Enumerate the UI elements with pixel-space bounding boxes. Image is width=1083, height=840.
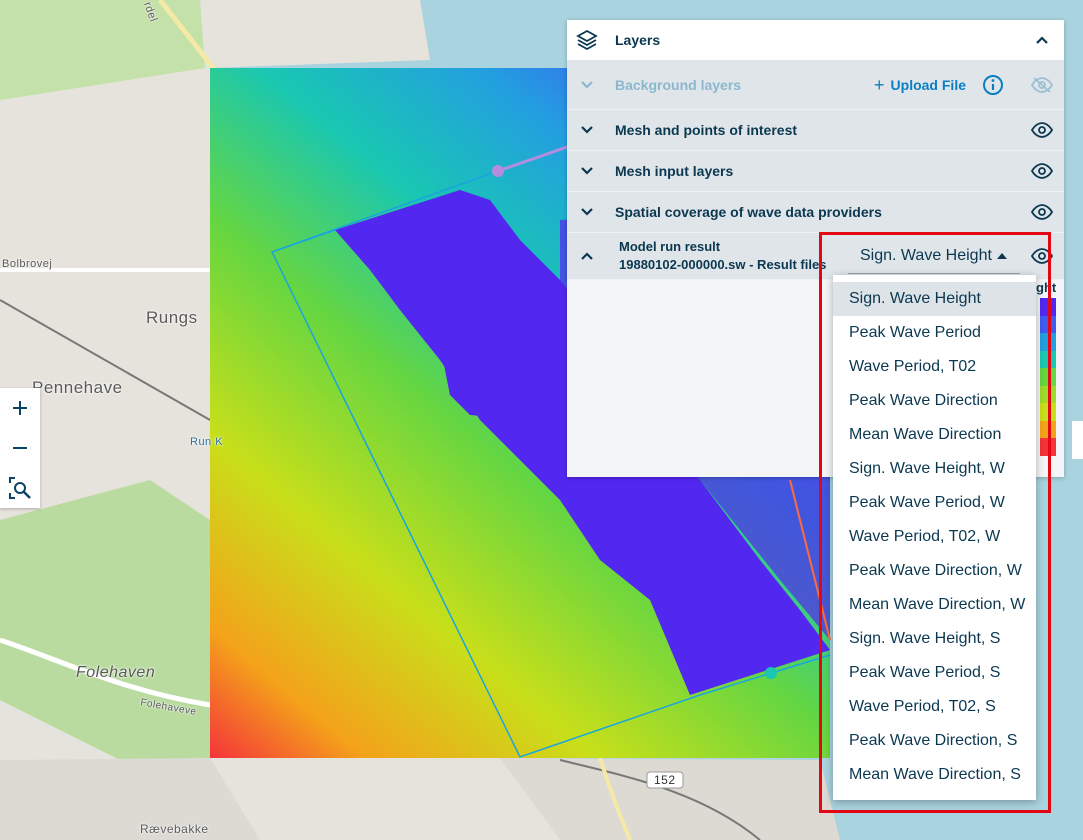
eye-icon: [1031, 248, 1053, 264]
plus-icon: [13, 401, 27, 415]
layer-row-mesh-poi[interactable]: Mesh and points of interest: [567, 110, 1064, 151]
chevron-down-icon: [581, 126, 593, 134]
map-label-raevebakke: Rævebakke: [140, 822, 209, 836]
zoom-to-extent-icon: [9, 477, 31, 499]
info-icon[interactable]: [982, 74, 1004, 96]
dropdown-option[interactable]: Wave Period, T02, W: [833, 520, 1036, 554]
color-legend: [1040, 298, 1056, 456]
dropdown-option[interactable]: Mean Wave Direction, W: [833, 588, 1036, 622]
dropdown-option[interactable]: Sign. Wave Height, S: [833, 622, 1036, 656]
dropdown-option[interactable]: Peak Wave Direction, W: [833, 554, 1036, 588]
map-label-bolbrovej: Bolbrovej: [2, 258, 53, 270]
chevron-up-icon: [1036, 36, 1048, 44]
visibility-toggle[interactable]: [1020, 122, 1064, 138]
map-label-rungs: Rungs: [146, 308, 198, 327]
visibility-toggle[interactable]: [1020, 248, 1064, 264]
upload-file-label: Upload File: [890, 77, 966, 93]
dropdown-option[interactable]: Peak Wave Period, S: [833, 656, 1036, 690]
result-variable-dropdown: Sign. Wave Height Peak Wave Period Wave …: [833, 275, 1036, 800]
map-label-road-number: 152: [654, 773, 676, 787]
minus-icon: [13, 447, 27, 449]
upload-file-button[interactable]: + Upload File: [874, 74, 1004, 96]
visibility-toggle[interactable]: [1020, 163, 1064, 179]
side-tab[interactable]: [1072, 421, 1083, 459]
chevron-up-icon: [581, 252, 593, 260]
layer-row-background[interactable]: Background layers + Upload File: [567, 61, 1064, 110]
layer-row-mesh-input[interactable]: Mesh input layers: [567, 151, 1064, 192]
map-label-folehaven: Folehaven: [76, 664, 156, 681]
zoom-controls: [0, 388, 40, 508]
dropdown-option[interactable]: Sign. Wave Height, W: [833, 452, 1036, 486]
dropdown-option[interactable]: Peak Wave Period: [833, 316, 1036, 350]
eye-icon: [1031, 163, 1053, 179]
result-variable-select[interactable]: Sign. Wave Height: [848, 238, 1020, 274]
select-value: Sign. Wave Height: [860, 246, 992, 264]
visibility-toggle[interactable]: [1020, 204, 1064, 220]
map-label-runk: Run K: [190, 436, 224, 448]
dropdown-option[interactable]: Sign. Wave Height: [833, 282, 1036, 316]
zoom-in-button[interactable]: [0, 388, 40, 428]
layers-icon: [576, 29, 598, 51]
dropdown-option[interactable]: Wave Period, T02, S: [833, 690, 1036, 724]
eye-off-icon: [1031, 77, 1053, 93]
dropdown-option[interactable]: Peak Wave Direction, S: [833, 724, 1036, 758]
plus-icon: +: [874, 74, 885, 95]
zoom-out-button[interactable]: [0, 428, 40, 468]
layer-row-spatial-coverage[interactable]: Spatial coverage of wave data providers: [567, 192, 1064, 233]
chevron-down-icon: [581, 208, 593, 216]
dropdown-option[interactable]: Wave Period, T02: [833, 350, 1036, 384]
caret-up-icon: [997, 253, 1007, 259]
collapse-panel-button[interactable]: [1020, 32, 1064, 48]
dropdown-option[interactable]: Peak Wave Period, W: [833, 486, 1036, 520]
layer-row-label: Background layers: [615, 77, 742, 93]
layer-row-label: Mesh input layers: [615, 163, 734, 179]
map-label-pennehave: Pennehave: [32, 378, 123, 397]
legend-title: ght: [1036, 280, 1057, 295]
visibility-toggle[interactable]: [1020, 77, 1064, 93]
layer-row-label: Spatial coverage of wave data providers: [615, 204, 882, 220]
dropdown-option[interactable]: Peak Wave Direction: [833, 384, 1036, 418]
dropdown-option[interactable]: Mean Wave Direction: [833, 418, 1036, 452]
zoom-to-extent-button[interactable]: [0, 468, 40, 508]
chevron-down-icon: [581, 81, 593, 89]
chevron-down-icon: [581, 167, 593, 175]
layers-panel-title: Layers: [615, 32, 661, 48]
dropdown-option[interactable]: Mean Wave Direction, S: [833, 758, 1036, 792]
eye-icon: [1031, 122, 1053, 138]
layers-panel-header[interactable]: Layers: [567, 20, 1064, 61]
layer-row-label: Mesh and points of interest: [615, 122, 798, 138]
eye-icon: [1031, 204, 1053, 220]
